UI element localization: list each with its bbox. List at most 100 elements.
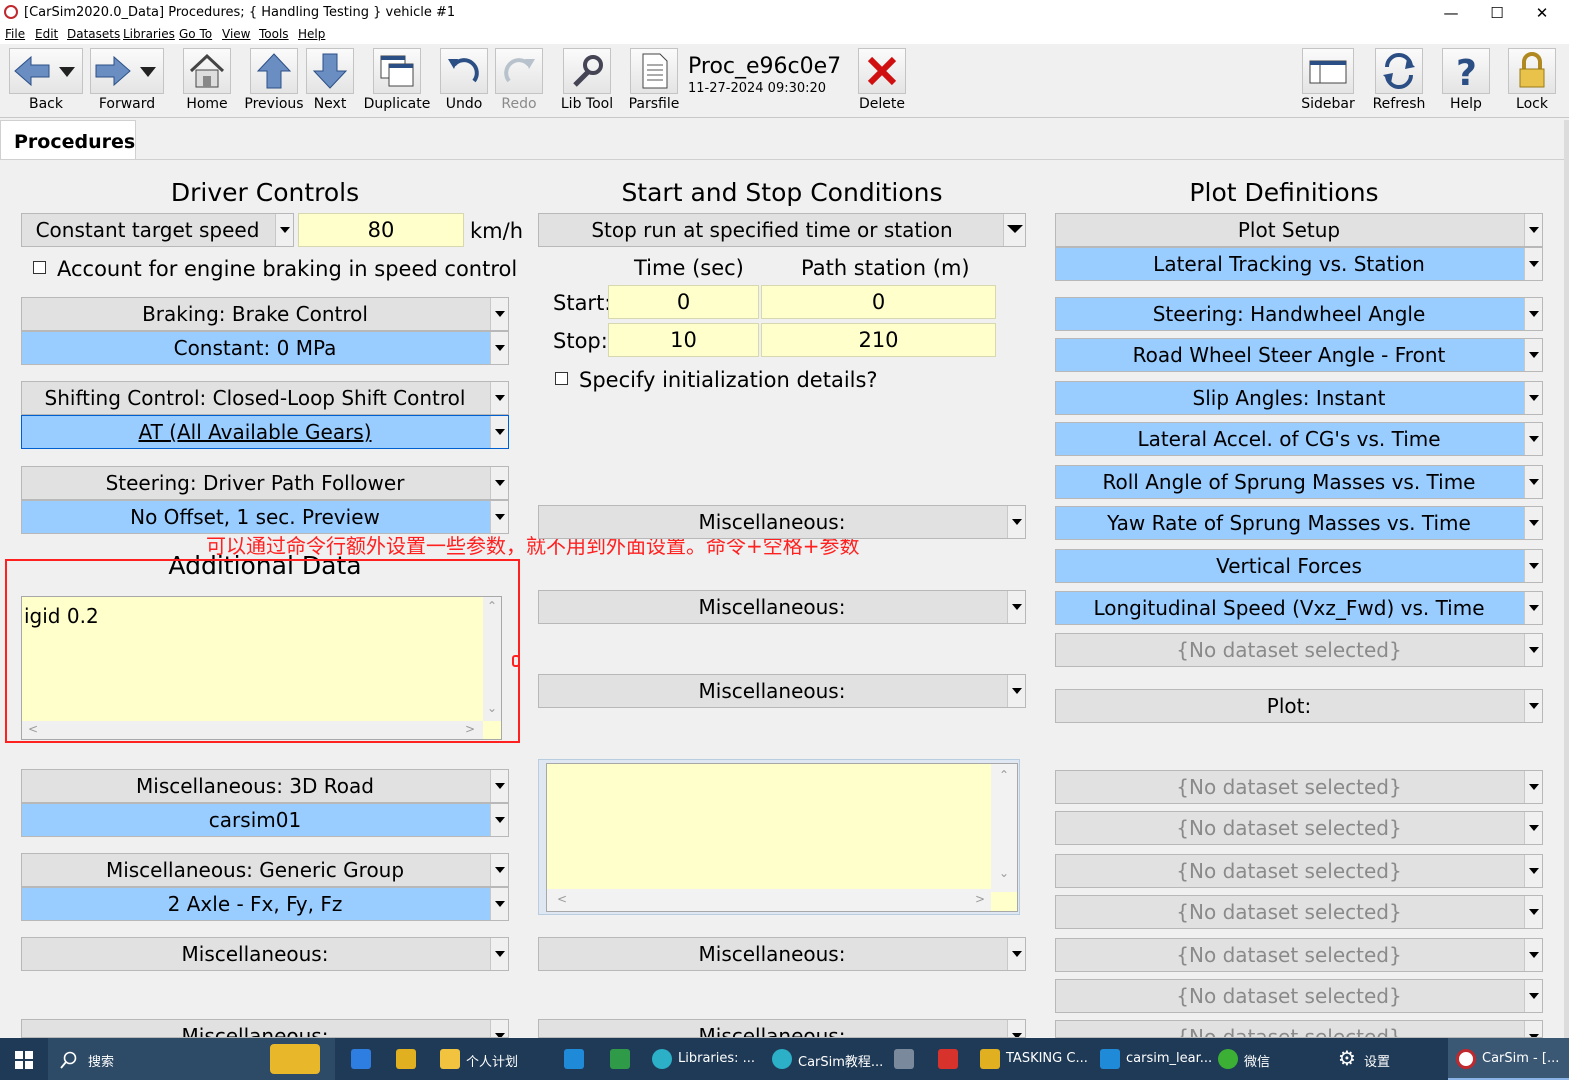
misc-dropdown-mid-3[interactable]: Miscellaneous: [538,674,1026,708]
tab-procedures[interactable]: Procedures [0,120,136,160]
taskbar-app-2[interactable] [388,1038,424,1080]
undo-icon [448,58,479,83]
plot-item-7[interactable]: Yaw Rate of Sprung Masses vs. Time [1055,506,1543,540]
chevron-down-icon [1524,550,1542,582]
taskbar-tasking[interactable]: TASKING C... [974,1038,1088,1080]
menu-help[interactable]: Help [298,27,325,41]
road-category-dropdown[interactable]: Miscellaneous: 3D Road [21,769,509,803]
time-column-label: Time (sec) [634,256,744,280]
window-scrollbar[interactable] [1564,120,1569,1038]
taskbar-app-1[interactable] [345,1038,381,1080]
misc-dropdown-mid-5[interactable]: Miscellaneous: [538,1019,1026,1038]
plot-empty-5[interactable]: {No dataset selected} [1055,938,1543,972]
app-icon [980,1049,1000,1069]
braking-dataset-dropdown[interactable]: Constant: 0 MPa [21,331,509,365]
shifting-dataset-dropdown[interactable]: AT (All Available Gears) [21,415,509,449]
app-icon [396,1049,416,1069]
forward-arrow-icon [95,55,156,87]
close-button[interactable]: ✕ [1519,0,1565,26]
generic-dataset-dropdown[interactable]: 2 Axle - Fx, Fy, Fz [21,887,509,921]
carsim-app-icon [4,5,18,19]
horizontal-scrollbar[interactable]: < > [547,889,991,911]
document-icon [642,53,668,89]
init-details-checkbox[interactable] [555,372,568,385]
edge-icon [652,1049,672,1069]
plot-empty-6[interactable]: {No dataset selected} [1055,979,1543,1013]
vertical-scrollbar[interactable]: ⌃ ⌄ [991,764,1017,892]
misc-dropdown-mid-1[interactable]: Miscellaneous: [538,505,1026,539]
menu-edit[interactable]: Edit [35,27,58,41]
misc-dropdown-left-1[interactable]: Miscellaneous: [21,937,509,971]
chevron-down-icon [1524,592,1542,624]
plot-item-5[interactable]: Lateral Accel. of CG's vs. Time [1055,422,1543,456]
chevron-down-icon [490,804,508,836]
generic-category-dropdown[interactable]: Miscellaneous: Generic Group [21,853,509,887]
start-station-field[interactable]: 0 [761,285,996,319]
taskbar-settings[interactable]: ⚙ 设置 [1332,1038,1442,1080]
taskbar-carsim[interactable]: CarSim - [... [1448,1038,1569,1080]
plot-item-1[interactable]: Lateral Tracking vs. Station [1055,247,1543,281]
taskbar-calculator[interactable] [888,1038,924,1080]
taskbar-edge-carsim[interactable]: CarSim教程... [766,1038,883,1080]
chevron-down-icon [490,770,508,802]
plot-item-8[interactable]: Vertical Forces [1055,549,1543,583]
chevron-down-icon [1524,339,1542,371]
misc-dropdown-mid-2[interactable]: Miscellaneous: [538,590,1026,624]
shifting-category-dropdown[interactable]: Shifting Control: Closed-Loop Shift Cont… [21,381,509,415]
menu-tools[interactable]: Tools [259,27,289,41]
stop-time-field[interactable]: 10 [608,323,759,357]
chevron-down-icon [1524,423,1542,455]
menu-view[interactable]: View [222,27,250,41]
misc-textarea[interactable]: ⌃ ⌄ < > [546,763,1018,912]
plot-item-3[interactable]: Road Wheel Steer Angle - Front [1055,338,1543,372]
menu-datasets[interactable]: Datasets [67,27,120,41]
chevron-down-icon [490,854,508,886]
misc-dropdown-mid-4[interactable]: Miscellaneous: [538,937,1026,971]
minimize-button[interactable]: — [1428,0,1474,26]
taskbar-edge-libraries[interactable]: Libraries: ... [646,1038,760,1080]
steering-category-dropdown[interactable]: Steering: Driver Path Follower [21,466,509,500]
chevron-down-icon [1524,382,1542,414]
plot-item-2[interactable]: Steering: Handwheel Angle [1055,297,1543,331]
plot-item-4[interactable]: Slip Angles: Instant [1055,381,1543,415]
engine-braking-checkbox[interactable] [33,261,46,274]
stop-mode-dropdown[interactable]: Stop run at specified time or station [538,213,1026,247]
chevron-down-icon [490,888,508,920]
maximize-button[interactable]: ☐ [1474,0,1520,26]
plot-empty-3[interactable]: {No dataset selected} [1055,854,1543,888]
chevron-down-icon [1007,1020,1025,1037]
plot-item-10[interactable]: {No dataset selected} [1055,633,1543,667]
init-details-label: Specify initialization details? [579,368,878,392]
plot-setup-dropdown[interactable]: Plot Setup [1055,213,1543,247]
taskbar-folder[interactable]: 个人计划 [432,1038,542,1080]
down-arrow-icon [312,53,348,89]
refresh-icon [1383,53,1415,89]
braking-category-dropdown[interactable]: Braking: Brake Control [21,297,509,331]
steering-dataset-dropdown[interactable]: No Offset, 1 sec. Preview [21,500,509,534]
plot-item-9[interactable]: Longitudinal Speed (Vxz_Fwd) vs. Time [1055,591,1543,625]
speed-value-field[interactable]: 80 [298,213,464,247]
stop-station-field[interactable]: 210 [761,323,996,357]
plot-empty-2[interactable]: {No dataset selected} [1055,811,1543,845]
speed-mode-dropdown[interactable]: Constant target speed [21,213,294,247]
taskbar-search[interactable]: 搜索 [48,1038,335,1080]
start-label: Start: [553,291,612,315]
menu-libraries[interactable]: Libraries [123,27,175,41]
misc-dropdown-left-2[interactable]: Miscellaneous: [21,1019,509,1038]
menu-file[interactable]: File [5,27,25,41]
chevron-down-icon [1524,980,1542,1012]
plot-empty-7[interactable]: {No dataset selected} [1055,1020,1543,1038]
plot-empty-4[interactable]: {No dataset selected} [1055,895,1543,929]
menu-goto[interactable]: Go To [179,27,212,41]
plot-dropdown[interactable]: Plot: [1055,689,1543,723]
start-time-field[interactable]: 0 [608,285,759,319]
start-button[interactable] [0,1038,48,1080]
taskbar-wps[interactable] [932,1038,968,1080]
taskbar-vscode[interactable] [556,1038,592,1080]
plot-item-6[interactable]: Roll Angle of Sprung Masses vs. Time [1055,465,1543,499]
road-dataset-dropdown[interactable]: carsim01 [21,803,509,837]
taskbar-app-3[interactable] [602,1038,638,1080]
plot-empty-1[interactable]: {No dataset selected} [1055,770,1543,804]
taskbar-wechat[interactable]: 微信 [1212,1038,1326,1080]
taskbar-carsim-learn[interactable]: carsim_lear... [1094,1038,1212,1080]
